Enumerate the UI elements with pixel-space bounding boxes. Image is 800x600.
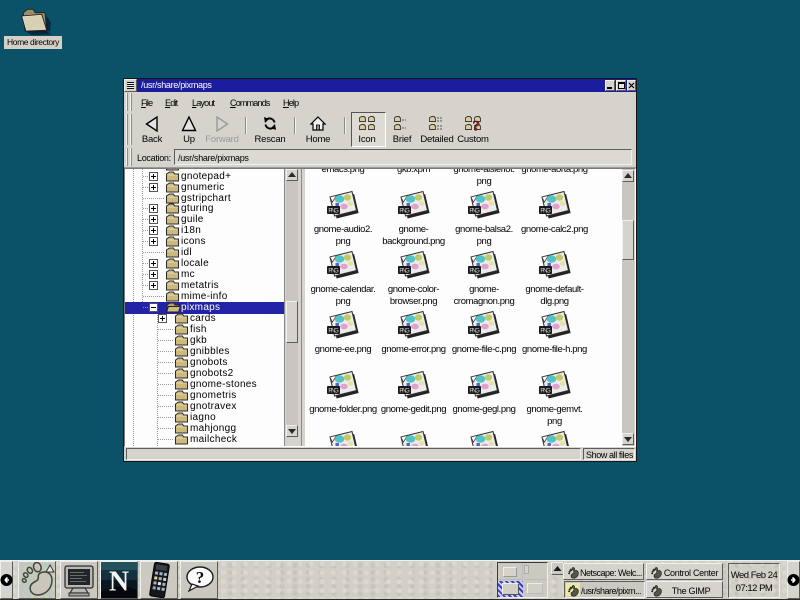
svg-text:PNG: PNG (469, 268, 480, 274)
svg-text:PNG: PNG (399, 328, 410, 334)
svg-text:PNG: PNG (540, 208, 551, 214)
svg-text:PNG: PNG (399, 388, 410, 394)
svg-text:?: ? (473, 119, 481, 133)
svg-text:PNG: PNG (469, 208, 480, 214)
svg-text:PNG: PNG (328, 268, 339, 274)
svg-text:PNG: PNG (469, 388, 480, 394)
svg-text:PNG: PNG (328, 328, 339, 334)
svg-text:PNG: PNG (328, 208, 339, 214)
svg-text:PNG: PNG (399, 208, 410, 214)
svg-text:PNG: PNG (540, 328, 551, 334)
svg-text:PNG: PNG (399, 268, 410, 274)
svg-text:N: N (109, 567, 129, 598)
svg-text:PNG: PNG (540, 388, 551, 394)
svg-text:PNG: PNG (328, 388, 339, 394)
svg-text:PNG: PNG (469, 328, 480, 334)
svg-text:PNG: PNG (540, 268, 551, 274)
svg-text:?: ? (196, 568, 205, 587)
